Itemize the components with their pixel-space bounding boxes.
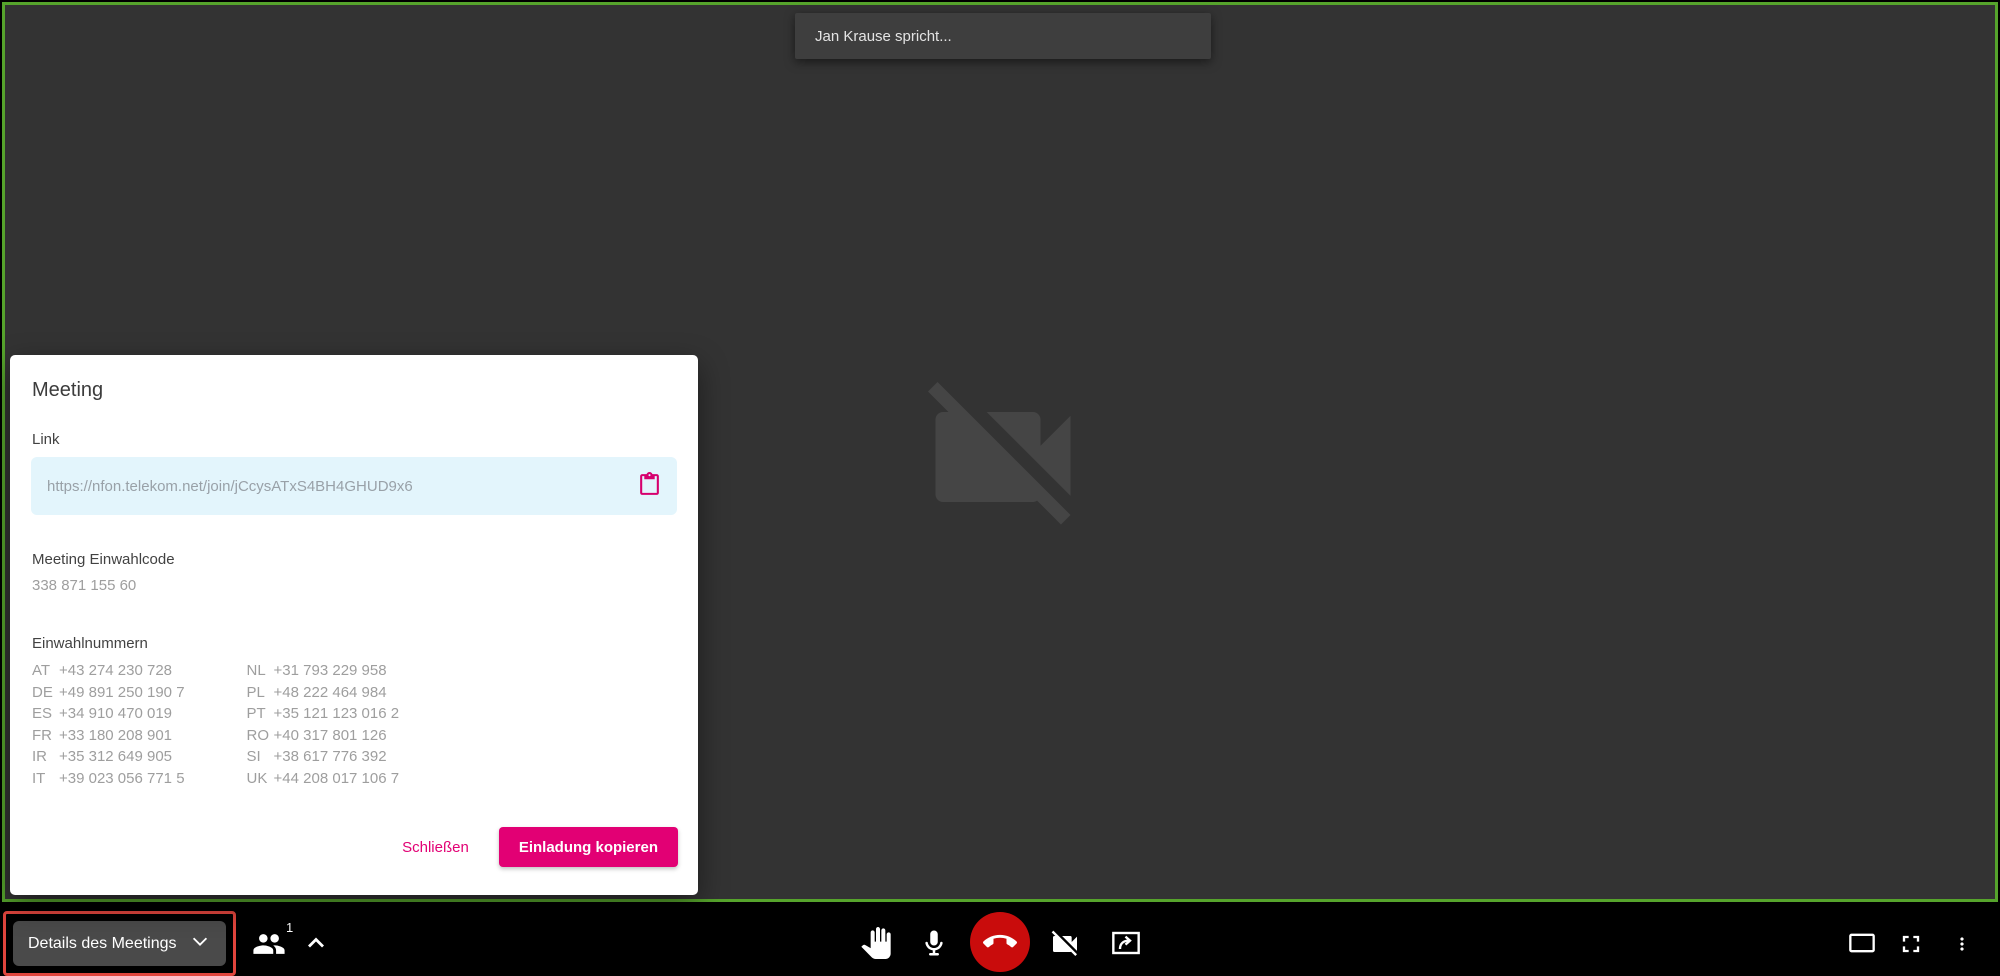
country-code: IT — [32, 770, 59, 787]
camera-toggle-button[interactable] — [1049, 928, 1081, 960]
copy-link-button[interactable] — [629, 466, 669, 506]
dialin-row: FR+33 180 208 901 — [32, 725, 185, 747]
meeting-details-button[interactable]: Details des Meetings — [13, 921, 226, 966]
phone-number: +35 312 649 905 — [59, 748, 172, 765]
dialin-row: NL+31 793 229 958 — [247, 660, 400, 682]
country-code: IR — [32, 748, 59, 765]
country-code: DE — [32, 684, 59, 701]
mic-icon — [919, 926, 949, 960]
participants-button[interactable] — [252, 927, 286, 961]
clipboard-icon — [637, 472, 662, 500]
more-vert-icon — [1952, 929, 1972, 959]
link-label: Link — [32, 431, 60, 448]
dialin-code-label: Meeting Einwahlcode — [32, 551, 175, 568]
phone-number: +33 180 208 901 — [59, 727, 172, 744]
dialin-numbers-column-1: AT+43 274 230 728 DE+49 891 250 190 7 ES… — [32, 660, 185, 789]
dialin-numbers-column-2: NL+31 793 229 958 PL+48 222 464 984 PT+3… — [247, 660, 400, 789]
country-code: PL — [247, 684, 274, 701]
camera-off-icon — [1049, 928, 1081, 960]
phone-number: +49 891 250 190 7 — [59, 684, 185, 701]
country-code: RO — [247, 727, 274, 744]
dialin-row: SI+38 617 776 392 — [247, 746, 400, 768]
microphone-button[interactable] — [919, 926, 949, 960]
phone-number: +34 910 470 019 — [59, 705, 172, 722]
dialin-row: UK+44 208 017 106 7 — [247, 768, 400, 790]
phone-number: +35 121 123 016 2 — [274, 705, 400, 722]
phone-number: +44 208 017 106 7 — [274, 770, 400, 787]
phone-number: +48 222 464 984 — [274, 684, 387, 701]
dialin-row: PT+35 121 123 016 2 — [247, 703, 400, 725]
participants-count-badge: 1 — [286, 920, 293, 935]
meeting-link-url: https://nfon.telekom.net/join/jCcysATxS4… — [31, 478, 629, 495]
fullscreen-icon — [1897, 930, 1925, 958]
phone-hangup-icon — [983, 925, 1017, 959]
country-code: AT — [32, 662, 59, 679]
dialin-row: IT+39 023 056 771 5 — [32, 768, 185, 790]
share-screen-icon — [1110, 927, 1142, 959]
dialog-actions: Schließen Einladung kopieren — [402, 827, 678, 867]
country-code: FR — [32, 727, 59, 744]
dialin-code-value: 338 871 155 60 — [32, 577, 136, 594]
phone-number: +40 317 801 126 — [274, 727, 387, 744]
people-icon — [252, 927, 286, 961]
more-options-button[interactable] — [1952, 929, 1972, 959]
dialog-title: Meeting — [32, 379, 103, 402]
dialin-row: DE+49 891 250 190 7 — [32, 682, 185, 704]
chevron-up-icon — [302, 929, 330, 957]
dialin-numbers-label: Einwahlnummern — [32, 635, 148, 652]
camera-off-placeholder-icon — [913, 367, 1093, 547]
meeting-link-field[interactable]: https://nfon.telekom.net/join/jCcysATxS4… — [31, 457, 677, 515]
screen-share-button[interactable] — [1110, 927, 1142, 959]
expand-panel-button[interactable] — [302, 929, 330, 957]
dialin-row: IR+35 312 649 905 — [32, 746, 185, 768]
fullscreen-button[interactable] — [1897, 930, 1925, 958]
country-code: UK — [247, 770, 274, 787]
speaker-toast: Jan Krause spricht... — [795, 13, 1211, 59]
details-button-highlight: Details des Meetings — [3, 911, 236, 976]
phone-number: +38 617 776 392 — [274, 748, 387, 765]
chevron-down-icon — [189, 930, 211, 957]
dialin-numbers-list: AT+43 274 230 728 DE+49 891 250 190 7 ES… — [32, 660, 399, 789]
phone-number: +39 023 056 771 5 — [59, 770, 185, 787]
details-button-label: Details des Meetings — [28, 935, 177, 953]
close-button[interactable]: Schließen — [402, 839, 469, 856]
hand-icon — [860, 927, 892, 959]
meeting-details-dialog: Meeting Link https://nfon.telekom.net/jo… — [10, 355, 698, 895]
country-code: SI — [247, 748, 274, 765]
country-code: NL — [247, 662, 274, 679]
pip-icon — [1848, 931, 1876, 955]
hangup-button[interactable] — [970, 912, 1030, 972]
copy-invitation-button[interactable]: Einladung kopieren — [499, 827, 678, 867]
dialin-row: PL+48 222 464 984 — [247, 682, 400, 704]
call-toolbar: Details des Meetings 1 — [0, 905, 2000, 976]
country-code: PT — [247, 705, 274, 722]
country-code: ES — [32, 705, 59, 722]
dialin-row: AT+43 274 230 728 — [32, 660, 185, 682]
dialin-row: RO+40 317 801 126 — [247, 725, 400, 747]
picture-in-picture-button[interactable] — [1848, 931, 1876, 955]
phone-number: +31 793 229 958 — [274, 662, 387, 679]
raise-hand-button[interactable] — [860, 927, 892, 959]
dialin-row: ES+34 910 470 019 — [32, 703, 185, 725]
phone-number: +43 274 230 728 — [59, 662, 172, 679]
speaker-toast-text: Jan Krause spricht... — [815, 28, 952, 45]
